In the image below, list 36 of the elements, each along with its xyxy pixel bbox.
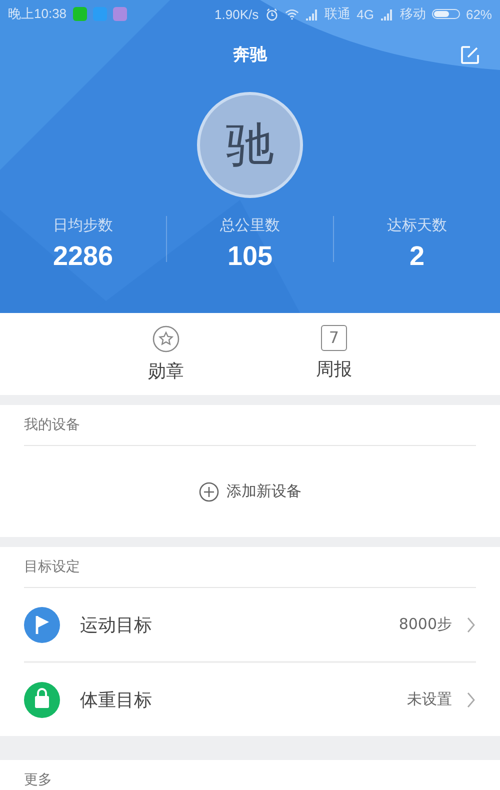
add-device-button[interactable]: 添加新设备: [198, 482, 302, 502]
wifi-icon: [284, 8, 299, 20]
status-time: 晚上10:38: [8, 5, 67, 23]
network-speed: 1.90K/s: [214, 6, 259, 22]
calendar-icon: 7: [321, 325, 347, 351]
carrier-name: 移动: [400, 5, 426, 23]
star-badge-icon: [152, 325, 180, 353]
goal-row[interactable]: 体重目标 未设置: [24, 663, 476, 736]
app-icon: [92, 7, 107, 21]
section-title: 我的设备: [24, 405, 476, 446]
chevron-icon: [466, 616, 476, 634]
battery-percent: 62%: [466, 6, 492, 22]
page-title: 奔驰: [233, 44, 267, 66]
battery-icon: [432, 9, 460, 19]
flag-icon: [24, 606, 60, 642]
stat-value: 2: [409, 241, 425, 272]
stat-label: 日均步数: [53, 216, 113, 235]
section-title: 目标设定: [24, 547, 476, 588]
stat-label: 达标天数: [387, 216, 447, 235]
stat-value: 105: [227, 241, 273, 272]
signal-icon: [304, 8, 319, 20]
plus-icon: [198, 482, 218, 502]
section-title: 更多: [24, 771, 53, 790]
network-type: 4G: [356, 6, 374, 22]
chevron-icon: [466, 690, 476, 708]
stat-value: 2286: [52, 241, 114, 272]
edit-button[interactable]: [458, 43, 482, 67]
goal-row[interactable]: 运动目标 8000步: [24, 588, 476, 663]
app-icon: [112, 7, 127, 21]
carrier-name: 联通: [324, 5, 351, 23]
shortcut-button[interactable]: 7 周报: [310, 313, 358, 395]
shortcut-button[interactable]: 勋章: [142, 313, 190, 395]
stat-label: 总公里数: [220, 216, 280, 235]
signal-icon: [380, 8, 394, 20]
alarm-icon: [264, 8, 279, 20]
edit-icon: [460, 45, 480, 65]
